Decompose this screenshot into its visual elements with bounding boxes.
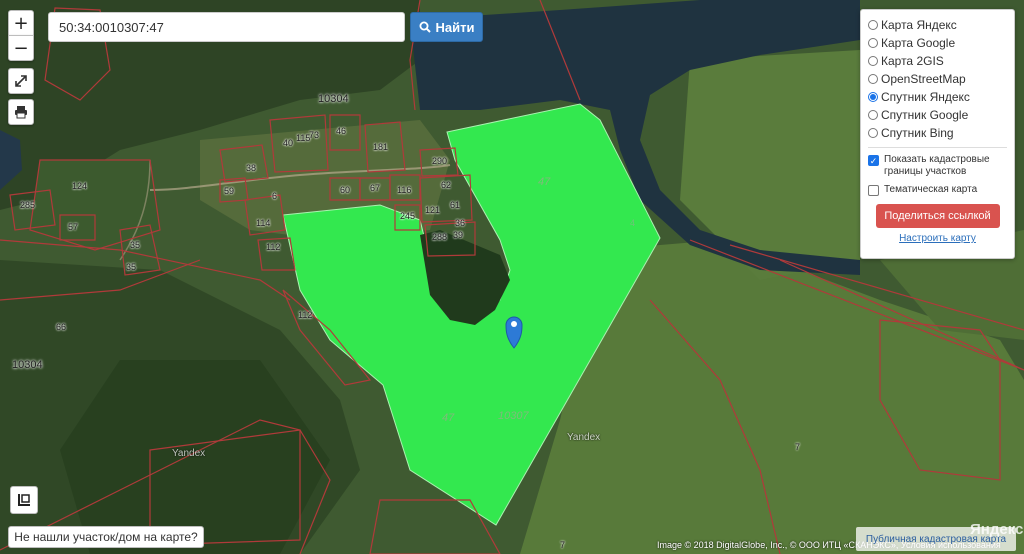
parcel-number: 73 (309, 130, 320, 140)
parcel-number: 67 (370, 183, 381, 193)
expand-icon (15, 75, 27, 87)
thematic-map-option[interactable]: Тематическая карта (868, 184, 1007, 196)
search-input[interactable] (48, 12, 405, 42)
parcel-number: 7 (560, 540, 566, 550)
parcel-number: 36 (455, 218, 466, 228)
parcel-number: 112 (266, 242, 281, 252)
parcel-number: 114 (256, 218, 271, 228)
not-found-button[interactable]: Не нашли участок/дом на карте? (8, 526, 204, 548)
layer-option-yandex-map[interactable]: Карта Яндекс (868, 16, 1007, 34)
print-button[interactable] (8, 99, 34, 125)
parcel-number: 35 (126, 262, 137, 272)
share-link-button[interactable]: Поделиться ссылкой (875, 204, 1000, 228)
parcel-number: 112 (298, 310, 313, 320)
layer-option-osm[interactable]: OpenStreetMap (868, 70, 1007, 88)
parcel-number: 245 (400, 211, 416, 221)
map-settings-panel: Карта Яндекс Карта Google Карта 2GIS Ope… (860, 9, 1015, 259)
parcel-number: 38 (246, 163, 257, 173)
parcel-number: 121 (425, 205, 441, 215)
selected-quarter-label: 10307 (498, 410, 529, 422)
zoom-out-button[interactable]: − (8, 35, 34, 61)
layer-option-2gis-map[interactable]: Карта 2GIS (868, 52, 1007, 70)
parcel-number: 61 (450, 200, 461, 210)
parcel-number: 46 (336, 126, 347, 136)
parcel-number: 181 (373, 142, 389, 152)
parcel-number: 35 (130, 240, 141, 250)
map-layers-icon (18, 494, 30, 506)
radio-button[interactable] (868, 56, 878, 66)
radio-button[interactable] (868, 128, 878, 138)
parcel-number: 285 (20, 200, 36, 210)
zoom-in-button[interactable]: + (8, 10, 34, 36)
yandex-map-watermark: Yandex (567, 432, 601, 443)
layers-button[interactable] (10, 486, 38, 514)
parcel-number: 124 (72, 181, 88, 191)
parcel-number: 60 (340, 185, 351, 195)
radio-button[interactable] (868, 20, 878, 30)
checkbox[interactable] (868, 185, 879, 196)
parcel-number: 40 (283, 138, 294, 148)
search-button-label: Найти (435, 19, 475, 35)
fullscreen-button[interactable] (8, 68, 34, 94)
parcel-number: 6 (272, 191, 278, 201)
parcel-number: 47 (442, 412, 455, 424)
layer-option-google-map[interactable]: Карта Google (868, 34, 1007, 52)
printer-icon (15, 106, 27, 119)
checkbox[interactable]: ✓ (868, 155, 879, 166)
parcel-number: 47 (538, 176, 551, 188)
layer-option-bing-satellite[interactable]: Спутник Bing (868, 124, 1007, 142)
parcel-number: 39 (453, 230, 464, 240)
parcel-number: 66 (56, 322, 67, 332)
layer-option-google-satellite[interactable]: Спутник Google (868, 106, 1007, 124)
yandex-map-watermark-left: Yandex (172, 448, 206, 459)
parcel-number: 290 (432, 156, 448, 166)
quarter-label-top: 10304 (318, 93, 349, 105)
radio-button[interactable] (868, 38, 878, 48)
search-icon (419, 21, 431, 33)
divider (868, 147, 1007, 148)
parcel-number: 4 (630, 218, 636, 228)
parcel-number: 288 (432, 232, 448, 242)
quarter-label-left: 10304 (12, 359, 43, 371)
radio-button[interactable] (868, 110, 878, 120)
customize-map-link[interactable]: Настроить карту (868, 233, 1007, 244)
search-button[interactable]: Найти (410, 12, 483, 42)
parcel-number: 62 (441, 180, 452, 190)
parcel-number: 59 (224, 186, 235, 196)
yandex-logo: Яндекс (970, 521, 1024, 538)
parcel-number: 57 (68, 222, 79, 232)
layer-option-yandex-satellite[interactable]: Спутник Яндекс (868, 88, 1007, 106)
show-borders-option[interactable]: ✓ Показать кадастровые границы участков (868, 154, 1007, 178)
radio-button[interactable] (868, 92, 878, 102)
parcel-number: 116 (397, 185, 412, 195)
parcel-number: 7 (795, 442, 801, 452)
radio-button[interactable] (868, 74, 878, 84)
